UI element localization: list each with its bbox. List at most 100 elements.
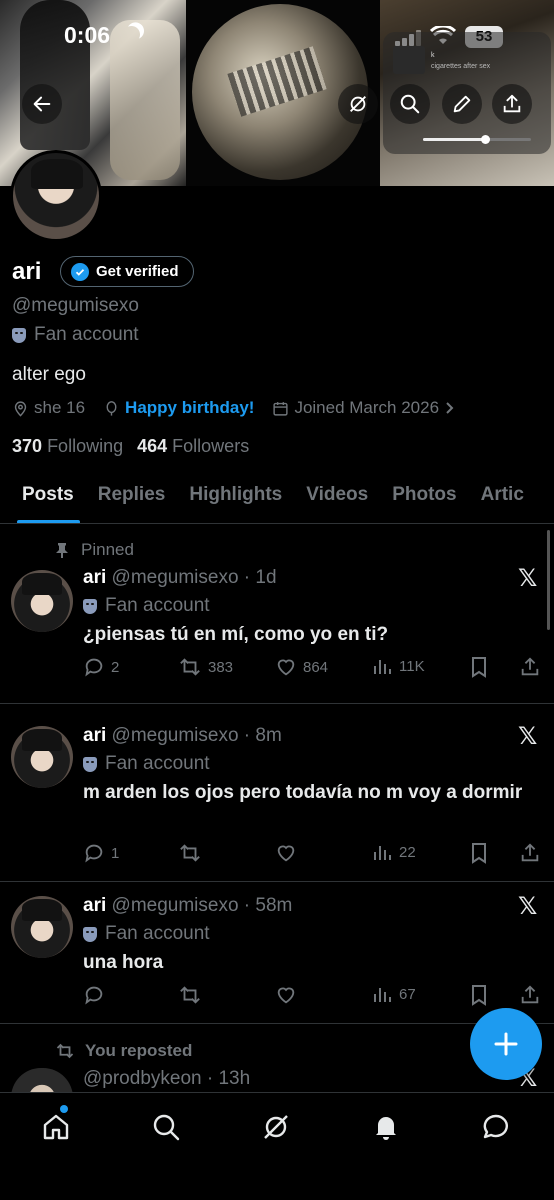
tab-replies[interactable]: Replies <box>86 470 178 523</box>
post-actions: 1 22 <box>83 842 543 866</box>
post-category: Fan account <box>83 753 210 775</box>
repost-button[interactable] <box>178 842 202 864</box>
follow-counts: 370 Following 464 Followers <box>12 436 249 457</box>
post-header: ari @megumisexo · 8m <box>83 725 282 747</box>
followers-label: Followers <box>172 436 250 456</box>
notification-dot <box>60 1105 68 1113</box>
bottom-navigation <box>0 1092 554 1200</box>
views-button[interactable]: 22 <box>373 842 416 862</box>
bookmark-icon <box>472 985 486 1006</box>
heart-icon <box>277 845 295 862</box>
grok-button[interactable] <box>338 84 378 124</box>
share-post-button[interactable] <box>519 656 541 678</box>
nav-grok[interactable] <box>258 1109 294 1145</box>
birthday-link[interactable]: Happy birthday! <box>125 398 254 418</box>
location-pin-icon <box>14 400 27 417</box>
repost-icon <box>180 986 200 1004</box>
tab-photos[interactable]: Photos <box>380 470 468 523</box>
post-avatar[interactable] <box>11 570 73 632</box>
nav-messages[interactable] <box>478 1109 514 1145</box>
profile-category-label: Fan account <box>34 324 139 345</box>
home-icon <box>43 1114 69 1140</box>
calendar-icon <box>273 401 289 416</box>
search-icon <box>153 1114 180 1141</box>
view-count: 11K <box>399 657 425 675</box>
following-count: 370 <box>12 436 43 456</box>
reply-button[interactable]: 1 <box>83 842 119 864</box>
balloon-icon <box>106 400 117 416</box>
scrollbar[interactable] <box>547 530 550 630</box>
repost-icon <box>180 658 200 676</box>
reply-icon <box>85 986 103 1005</box>
post-handle-time: @megumisexo · 8m <box>111 725 282 746</box>
view-count: 22 <box>399 843 416 861</box>
post-category: Fan account <box>83 923 210 945</box>
get-verified-button[interactable]: Get verified <box>60 256 194 287</box>
bookmark-button[interactable] <box>469 984 489 1006</box>
share-post-button[interactable] <box>519 842 541 864</box>
bookmark-button[interactable] <box>469 656 489 678</box>
repost-icon <box>56 1043 74 1059</box>
profile-avatar[interactable] <box>10 150 102 242</box>
share-icon <box>521 843 539 862</box>
reply-icon <box>85 844 103 863</box>
reply-button[interactable]: 2 <box>83 656 119 678</box>
post-category-label: Fan account <box>105 595 210 616</box>
nav-notifications[interactable] <box>368 1109 404 1145</box>
bookmark-icon <box>472 843 486 864</box>
profile-name: ari <box>12 258 42 285</box>
reply-button[interactable] <box>83 984 105 1006</box>
post[interactable]: ari @megumisexo · 58m 𝕏 Fan account una … <box>0 882 554 1024</box>
bookmark-button[interactable] <box>469 842 489 864</box>
tab-videos[interactable]: Videos <box>294 470 380 523</box>
compose-button[interactable] <box>470 1008 542 1080</box>
track-artist: cigarettes after sex <box>431 63 491 70</box>
joined-date[interactable]: Joined March 2026 <box>272 398 456 418</box>
share-post-button[interactable] <box>519 984 541 1006</box>
following-label: Following <box>47 436 124 456</box>
repost-button[interactable] <box>178 984 202 1006</box>
chevron-right-icon <box>446 402 454 414</box>
post-avatar[interactable] <box>11 896 73 958</box>
views-icon <box>374 660 391 674</box>
like-button[interactable] <box>275 842 297 864</box>
following-link[interactable]: 370 Following <box>12 436 123 457</box>
grok-icon <box>350 96 366 112</box>
followers-link[interactable]: 464 Followers <box>137 436 249 457</box>
back-arrow-icon <box>33 96 51 112</box>
bell-icon <box>376 1117 396 1140</box>
share-button[interactable] <box>492 84 532 124</box>
repost-indicator: You reposted <box>55 1041 192 1061</box>
birthday[interactable]: Happy birthday! <box>103 398 254 418</box>
post-handle-time: @megumisexo · 58m <box>111 895 293 916</box>
tab-highlights[interactable]: Highlights <box>177 470 294 523</box>
back-button[interactable] <box>22 84 62 124</box>
nav-home[interactable] <box>38 1109 74 1145</box>
post-avatar[interactable] <box>11 726 73 788</box>
track-title: k <box>431 52 435 59</box>
location-text: she 16 <box>34 398 86 417</box>
like-button[interactable] <box>275 984 297 1006</box>
like-button[interactable]: 864 <box>275 656 328 678</box>
views-button[interactable]: 11K <box>373 656 425 676</box>
post[interactable]: ari @megumisexo · 8m 𝕏 Fan account m ard… <box>0 704 554 882</box>
share-icon <box>503 94 521 113</box>
reply-count: 2 <box>111 658 120 676</box>
like-count: 864 <box>303 658 329 676</box>
search-button[interactable] <box>390 84 430 124</box>
post[interactable]: ari @megumisexo · 1d 𝕏 Fan account ¿pien… <box>0 530 554 704</box>
edit-button[interactable] <box>442 84 482 124</box>
tab-articles[interactable]: Artic <box>469 470 536 523</box>
plus-icon <box>494 1032 518 1056</box>
location: she 16 <box>12 398 85 418</box>
get-verified-label: Get verified <box>96 263 179 280</box>
post-author: ari <box>83 725 107 746</box>
volume-slider[interactable] <box>423 135 531 144</box>
nav-search[interactable] <box>148 1109 184 1145</box>
repost-button[interactable]: 383 <box>178 656 233 678</box>
x-logo-icon: 𝕏 <box>518 722 538 750</box>
share-icon <box>521 985 539 1004</box>
views-button[interactable]: 67 <box>373 984 416 1004</box>
grok-icon <box>264 1115 288 1139</box>
tab-posts[interactable]: Posts <box>0 470 86 523</box>
